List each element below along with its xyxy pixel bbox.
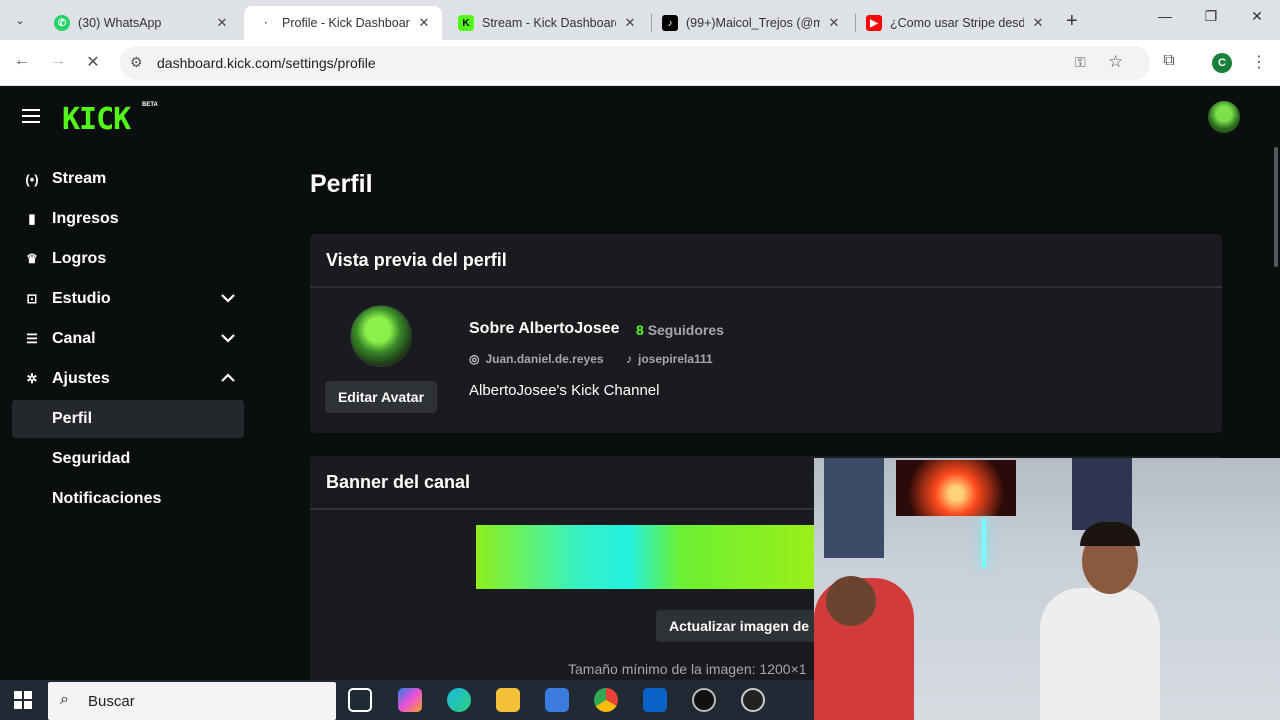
- beta-badge: BETA: [142, 102, 158, 108]
- about-title: Sobre AlbertoJosee: [469, 320, 620, 337]
- channel-banner-image: [476, 525, 816, 589]
- channel-icon: ☰: [26, 331, 38, 346]
- tab-search-icon[interactable]: ⌄: [8, 8, 32, 32]
- studio-icon: ⊡: [26, 291, 38, 306]
- browser-menu-icon[interactable]: ⋮: [1248, 52, 1270, 72]
- file-explorer-icon[interactable]: [496, 688, 520, 712]
- stop-loading-icon[interactable]: ✕: [82, 52, 104, 72]
- instagram-icon: ◎: [469, 352, 480, 366]
- task-view-icon[interactable]: [348, 688, 372, 712]
- followers-count: 8 Seguidores: [636, 322, 724, 338]
- sidebar-subitem-notificaciones[interactable]: Notificaciones: [12, 480, 244, 518]
- search-icon: ⌕: [60, 691, 69, 708]
- update-banner-button[interactable]: Actualizar imagen de: [656, 610, 826, 642]
- tab-whatsapp[interactable]: ✆ (30) WhatsApp ✕: [40, 6, 240, 40]
- chevron-up-icon[interactable]: [220, 370, 236, 386]
- address-bar[interactable]: ⚙ dashboard.kick.com/settings/profile ⚿ …: [120, 46, 1150, 80]
- close-icon[interactable]: ✕: [214, 15, 230, 31]
- min-size-hint: Tamaño mínimo de la imagen: 1200×1: [568, 661, 807, 677]
- copilot-icon[interactable]: [398, 688, 422, 712]
- page-title: Perfil: [310, 170, 373, 198]
- taskbar-search-input[interactable]: ⌕ Buscar: [48, 682, 336, 720]
- user-avatar[interactable]: [1208, 101, 1240, 133]
- tiktok-icon: ♪: [626, 352, 632, 366]
- back-icon[interactable]: ←: [11, 52, 33, 70]
- scrollbar[interactable]: [1274, 147, 1278, 267]
- broadcast-icon: (•): [25, 171, 39, 187]
- neon-light: [982, 518, 986, 568]
- site-info-icon[interactable]: ⚙: [130, 54, 143, 71]
- edit-avatar-button[interactable]: Editar Avatar: [325, 381, 437, 413]
- sidebar-item-ajustes[interactable]: ✲ Ajustes: [12, 360, 244, 398]
- profile-avatar[interactable]: C: [1212, 53, 1232, 73]
- minimize-icon[interactable]: —: [1150, 8, 1180, 24]
- kick-logo[interactable]: KICK: [62, 102, 131, 137]
- close-icon[interactable]: ✕: [1030, 15, 1046, 31]
- tab-stream-kick[interactable]: K Stream - Kick Dashboard ✕: [444, 6, 648, 40]
- fire-poster: [896, 460, 1016, 516]
- trophy-icon: ♛: [26, 251, 38, 266]
- sidebar-subitem-seguridad[interactable]: Seguridad: [12, 440, 244, 478]
- webcam-overlay: [814, 458, 1280, 720]
- windows-taskbar: ⌕ Buscar: [0, 680, 814, 720]
- tab-youtube[interactable]: ▶ ¿Como usar Stripe desde ✕: [852, 6, 1056, 40]
- recorder-icon[interactable]: [741, 688, 765, 712]
- gear-icon: ✲: [26, 371, 38, 386]
- forward-icon[interactable]: →: [47, 52, 69, 70]
- sidebar-item-estudio[interactable]: ⊡ Estudio: [12, 280, 244, 318]
- sidebar-item-stream[interactable]: (•) Stream: [12, 160, 244, 198]
- edge-icon[interactable]: [447, 688, 471, 712]
- sidebar-item-ingresos[interactable]: ▮ Ingresos: [12, 200, 244, 238]
- person-left-head: [826, 576, 876, 626]
- profile-preview-card: Vista previa del perfil Editar Avatar So…: [310, 234, 1222, 433]
- youtube-icon: ▶: [866, 15, 882, 31]
- browser-tab-strip: ⌄ ✆ (30) WhatsApp ✕ · Profile - Kick Das…: [0, 0, 1280, 40]
- tab-profile-kick[interactable]: · Profile - Kick Dashboard ✕: [244, 6, 442, 40]
- hamburger-menu-icon[interactable]: [22, 109, 40, 127]
- person-right: [1040, 588, 1160, 720]
- outlook-icon[interactable]: [643, 688, 667, 712]
- revenue-icon: ▮: [28, 211, 36, 226]
- new-tab-icon[interactable]: +: [1066, 10, 1078, 33]
- wall-poster: [824, 458, 884, 558]
- instagram-link[interactable]: ◎ Juan.daniel.de.reyes: [469, 352, 604, 366]
- profile-avatar-preview: [350, 305, 412, 367]
- browser-toolbar: ← → ✕ ⚙ dashboard.kick.com/settings/prof…: [0, 40, 1280, 86]
- close-icon[interactable]: ✕: [416, 15, 432, 31]
- url-text[interactable]: dashboard.kick.com/settings/profile: [157, 55, 376, 71]
- tab-tiktok[interactable]: ♪ (99+)Maicol_Trejos (@ma ✕: [648, 6, 852, 40]
- window-close-icon[interactable]: ✕: [1242, 8, 1272, 25]
- chevron-down-icon[interactable]: [220, 290, 236, 306]
- tiktok-link[interactable]: ♪ josepirela111: [626, 352, 713, 366]
- channel-bio: AlbertoJosee's Kick Channel: [469, 382, 660, 399]
- sidebar-subitem-perfil[interactable]: Perfil: [12, 400, 244, 438]
- sidebar-item-logros[interactable]: ♛ Logros: [12, 240, 244, 278]
- bookmark-star-icon[interactable]: ☆: [1108, 52, 1123, 72]
- whatsapp-icon: ✆: [54, 15, 70, 31]
- sidebar-item-canal[interactable]: ☰ Canal: [12, 320, 244, 358]
- close-icon[interactable]: ✕: [826, 15, 842, 31]
- wall-poster: [1072, 458, 1132, 530]
- profile-preview-heading: Vista previa del perfil: [310, 234, 1222, 288]
- loading-icon: ·: [264, 17, 268, 29]
- close-icon[interactable]: ✕: [622, 15, 638, 31]
- tiktok-icon: ♪: [662, 15, 678, 31]
- chrome-icon[interactable]: [594, 688, 618, 712]
- kick-icon: K: [458, 15, 474, 31]
- password-key-icon[interactable]: ⚿: [1075, 54, 1086, 71]
- obs-icon[interactable]: [692, 688, 716, 712]
- restore-icon[interactable]: ❐: [1196, 8, 1226, 25]
- chevron-down-icon[interactable]: [220, 330, 236, 346]
- extensions-icon[interactable]: ⧉: [1158, 52, 1180, 70]
- windows-start-icon[interactable]: [14, 691, 32, 709]
- store-icon[interactable]: [545, 688, 569, 712]
